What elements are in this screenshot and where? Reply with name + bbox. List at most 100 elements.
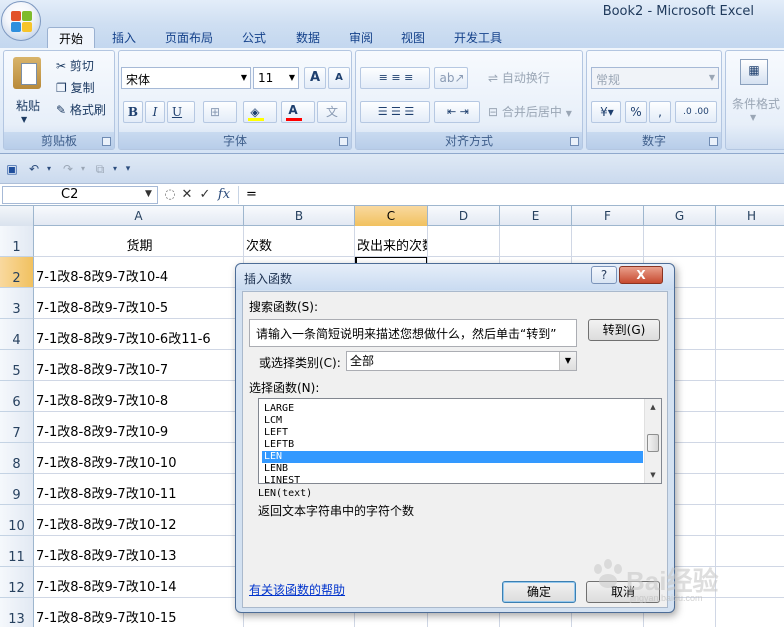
row-header-11[interactable]: 11 xyxy=(0,536,34,567)
save-icon[interactable]: ▣ xyxy=(4,161,20,177)
horizontal-align-buttons[interactable]: ☰ ☰ ☰ xyxy=(360,101,430,123)
tab-insert[interactable]: 插入 xyxy=(104,27,144,48)
cancel-formula-icon[interactable]: ✕ xyxy=(179,186,195,204)
conditional-format-icon[interactable]: ▦ xyxy=(740,59,768,85)
function-item-linest[interactable]: LINEST xyxy=(262,475,643,487)
function-listbox[interactable]: LARGE LCM LEFT LEFTB LEN LENB LINEST ▲ ▼ xyxy=(258,398,662,487)
scroll-down-icon[interactable]: ▼ xyxy=(645,467,661,483)
redo-icon[interactable]: ↷ xyxy=(58,161,78,177)
row-header-6[interactable]: 6 xyxy=(0,381,34,412)
vertical-align-buttons[interactable]: ≡ ≡ ≡ xyxy=(360,67,430,89)
formula-input[interactable]: = xyxy=(238,186,782,204)
function-item-left[interactable]: LEFT xyxy=(262,427,643,439)
cell-a9[interactable]: 7-1改8-8改9-7改10-11 xyxy=(36,487,243,503)
name-box[interactable]: C2 xyxy=(2,186,158,204)
row-header-9[interactable]: 9 xyxy=(0,474,34,505)
chart-dropdown-icon[interactable]: ▾ xyxy=(110,161,120,177)
tab-page-layout[interactable]: 页面布局 xyxy=(157,27,221,48)
paste-button[interactable]: 粘贴 xyxy=(16,97,40,114)
paste-dropdown-icon[interactable]: ▼ xyxy=(21,115,27,124)
column-header-a[interactable]: A xyxy=(34,206,244,226)
undo-dropdown-icon[interactable]: ▾ xyxy=(44,161,54,177)
function-help-link[interactable]: 有关该函数的帮助 xyxy=(249,581,345,598)
cell-a12[interactable]: 7-1改8-8改9-7改10-14 xyxy=(36,580,243,596)
copy-button[interactable]: ❐ 复制 xyxy=(56,79,95,96)
merge-center-button[interactable]: ⊟ 合并后居中 ▼ xyxy=(488,103,572,120)
function-item-len[interactable]: LEN xyxy=(262,451,643,463)
go-button[interactable]: 转到(G) xyxy=(588,319,660,341)
fill-color-button[interactable]: ◈ xyxy=(243,101,277,123)
column-header-g[interactable]: G xyxy=(644,206,716,226)
cell-a11[interactable]: 7-1改8-8改9-7改10-13 xyxy=(36,549,243,565)
tab-view[interactable]: 视图 xyxy=(392,27,434,48)
office-button[interactable] xyxy=(1,1,41,41)
scroll-up-icon[interactable]: ▲ xyxy=(645,399,661,415)
cell-a4[interactable]: 7-1改8-8改9-7改10-6改11-6 xyxy=(36,332,243,348)
cell-a1[interactable]: 货期 xyxy=(36,239,243,255)
select-all-corner[interactable] xyxy=(0,206,34,226)
column-header-b[interactable]: B xyxy=(244,206,355,226)
underline-button[interactable]: U xyxy=(167,101,195,123)
cell-a6[interactable]: 7-1改8-8改9-7改10-8 xyxy=(36,394,243,410)
category-dropdown-icon[interactable]: ▼ xyxy=(559,352,576,370)
cut-button[interactable]: ✂ 剪切 xyxy=(56,57,94,74)
row-header-4[interactable]: 4 xyxy=(0,319,34,350)
category-select[interactable]: 全部 ▼ xyxy=(346,351,577,371)
tab-review[interactable]: 审阅 xyxy=(340,27,382,48)
function-item-lcm[interactable]: LCM xyxy=(262,415,643,427)
row-header-10[interactable]: 10 xyxy=(0,505,34,536)
dialog-titlebar[interactable]: 插入函数 ? X xyxy=(236,264,674,290)
column-header-c[interactable]: C xyxy=(355,206,428,226)
insert-function-icon[interactable]: fx xyxy=(215,186,233,204)
redo-dropdown-icon[interactable]: ▾ xyxy=(78,161,88,177)
row-header-1[interactable]: 1 xyxy=(0,226,34,257)
row-header-12[interactable]: 12 xyxy=(0,567,34,598)
confirm-formula-icon[interactable]: ✓ xyxy=(197,186,213,204)
column-header-f[interactable]: F xyxy=(572,206,644,226)
conditional-format-dropdown-icon[interactable]: ▼ xyxy=(750,113,756,122)
cell-a10[interactable]: 7-1改8-8改9-7改10-12 xyxy=(36,518,243,534)
row-header-7[interactable]: 7 xyxy=(0,412,34,443)
dialog-help-button[interactable]: ? xyxy=(591,266,617,284)
cell-a3[interactable]: 7-1改8-8改9-7改10-5 xyxy=(36,301,243,317)
cancel-button[interactable]: 取消 xyxy=(586,581,660,603)
function-list-scrollbar[interactable]: ▲ ▼ xyxy=(644,399,661,483)
bold-button[interactable]: B xyxy=(123,101,143,123)
decimal-buttons[interactable]: .0 .00 xyxy=(675,101,717,123)
dialog-close-button[interactable]: X xyxy=(619,266,663,284)
cell-a7[interactable]: 7-1改8-8改9-7改10-9 xyxy=(36,425,243,441)
clipboard-launcher-icon[interactable] xyxy=(102,137,111,146)
tab-data[interactable]: 数据 xyxy=(287,27,329,48)
cell-a5[interactable]: 7-1改8-8改9-7改10-7 xyxy=(36,363,243,379)
formula-bar-handle-icon[interactable]: ◌ xyxy=(163,186,177,204)
function-item-large[interactable]: LARGE xyxy=(262,403,643,415)
orientation-button[interactable]: ab↗ xyxy=(434,67,468,89)
phonetic-button[interactable]: 文 xyxy=(317,101,347,123)
number-format-select[interactable]: 常规 ▼ xyxy=(591,67,719,89)
column-header-d[interactable]: D xyxy=(428,206,500,226)
cell-b1[interactable]: 次数 xyxy=(246,239,354,255)
font-name-select[interactable]: 宋体 ▼ xyxy=(121,67,251,89)
function-item-lenb[interactable]: LENB xyxy=(262,463,643,475)
ok-button[interactable]: 确定 xyxy=(502,581,576,603)
name-box-arrow-icon[interactable]: ▼ xyxy=(145,189,152,199)
font-color-button[interactable]: A xyxy=(281,101,315,123)
row-header-13[interactable]: 13 xyxy=(0,598,34,627)
column-header-e[interactable]: E xyxy=(500,206,572,226)
border-button[interactable]: ⊞ xyxy=(203,101,237,123)
italic-button[interactable]: I xyxy=(145,101,165,123)
currency-button[interactable]: ¥▾ xyxy=(591,101,621,123)
shrink-font-button[interactable]: A xyxy=(328,67,350,89)
paste-icon[interactable] xyxy=(13,57,41,89)
number-launcher-icon[interactable] xyxy=(709,137,718,146)
row-header-2[interactable]: 2 xyxy=(0,257,34,288)
indent-buttons[interactable]: ⇤ ⇥ xyxy=(434,101,480,123)
conditional-format-button[interactable]: 条件格式 xyxy=(732,95,780,112)
alignment-launcher-icon[interactable] xyxy=(570,137,579,146)
percent-button[interactable]: % xyxy=(625,101,647,123)
cell-a13[interactable]: 7-1改8-8改9-7改10-15 xyxy=(36,611,243,627)
cell-c1[interactable]: 改出来的次数 xyxy=(357,239,427,255)
customize-qat-icon[interactable]: ▾ xyxy=(122,161,134,177)
row-header-5[interactable]: 5 xyxy=(0,350,34,381)
undo-icon[interactable]: ↶ xyxy=(24,161,44,177)
